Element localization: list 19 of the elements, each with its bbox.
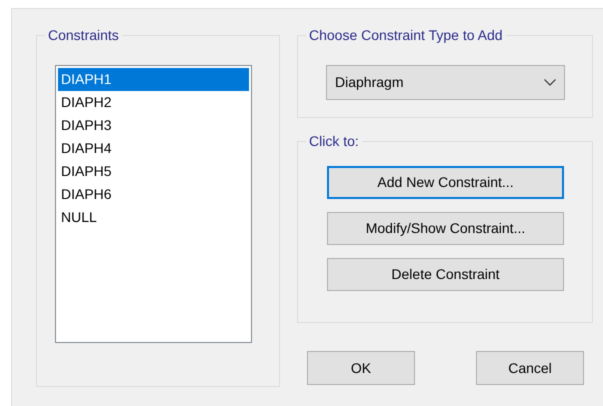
dropdown-value: Diaphragm: [335, 73, 404, 92]
action-button[interactable]: Delete Constraint: [327, 258, 564, 291]
dialog-button[interactable]: Cancel: [476, 351, 584, 385]
group-title: Constraints: [47, 27, 120, 43]
list-item[interactable]: DIAPH2: [58, 91, 249, 114]
list-item[interactable]: DIAPH6: [58, 183, 249, 206]
constraint-list[interactable]: DIAPH1 DIAPH2 DIAPH3 DIAPH4 DIAPH5 DIAPH6 NULL: [55, 65, 252, 343]
list-item[interactable]: DIAPH5: [58, 160, 249, 183]
list-item[interactable]: NULL: [58, 206, 249, 229]
action-button[interactable]: Modify/Show Constraint...: [327, 212, 564, 245]
list-item[interactable]: DIAPH1: [58, 68, 249, 91]
type-dropdown[interactable]: Diaphragm: [326, 65, 565, 100]
list-item[interactable]: DIAPH4: [58, 137, 249, 160]
action-button[interactable]: Add New Constraint...: [327, 166, 564, 199]
list-item[interactable]: DIAPH3: [58, 114, 249, 137]
group-title: Choose Constraint Type to Add: [308, 27, 504, 43]
dialog-button[interactable]: OK: [307, 351, 415, 385]
chevron-down-icon: [544, 79, 556, 86]
group-title: Click to:: [308, 133, 360, 149]
